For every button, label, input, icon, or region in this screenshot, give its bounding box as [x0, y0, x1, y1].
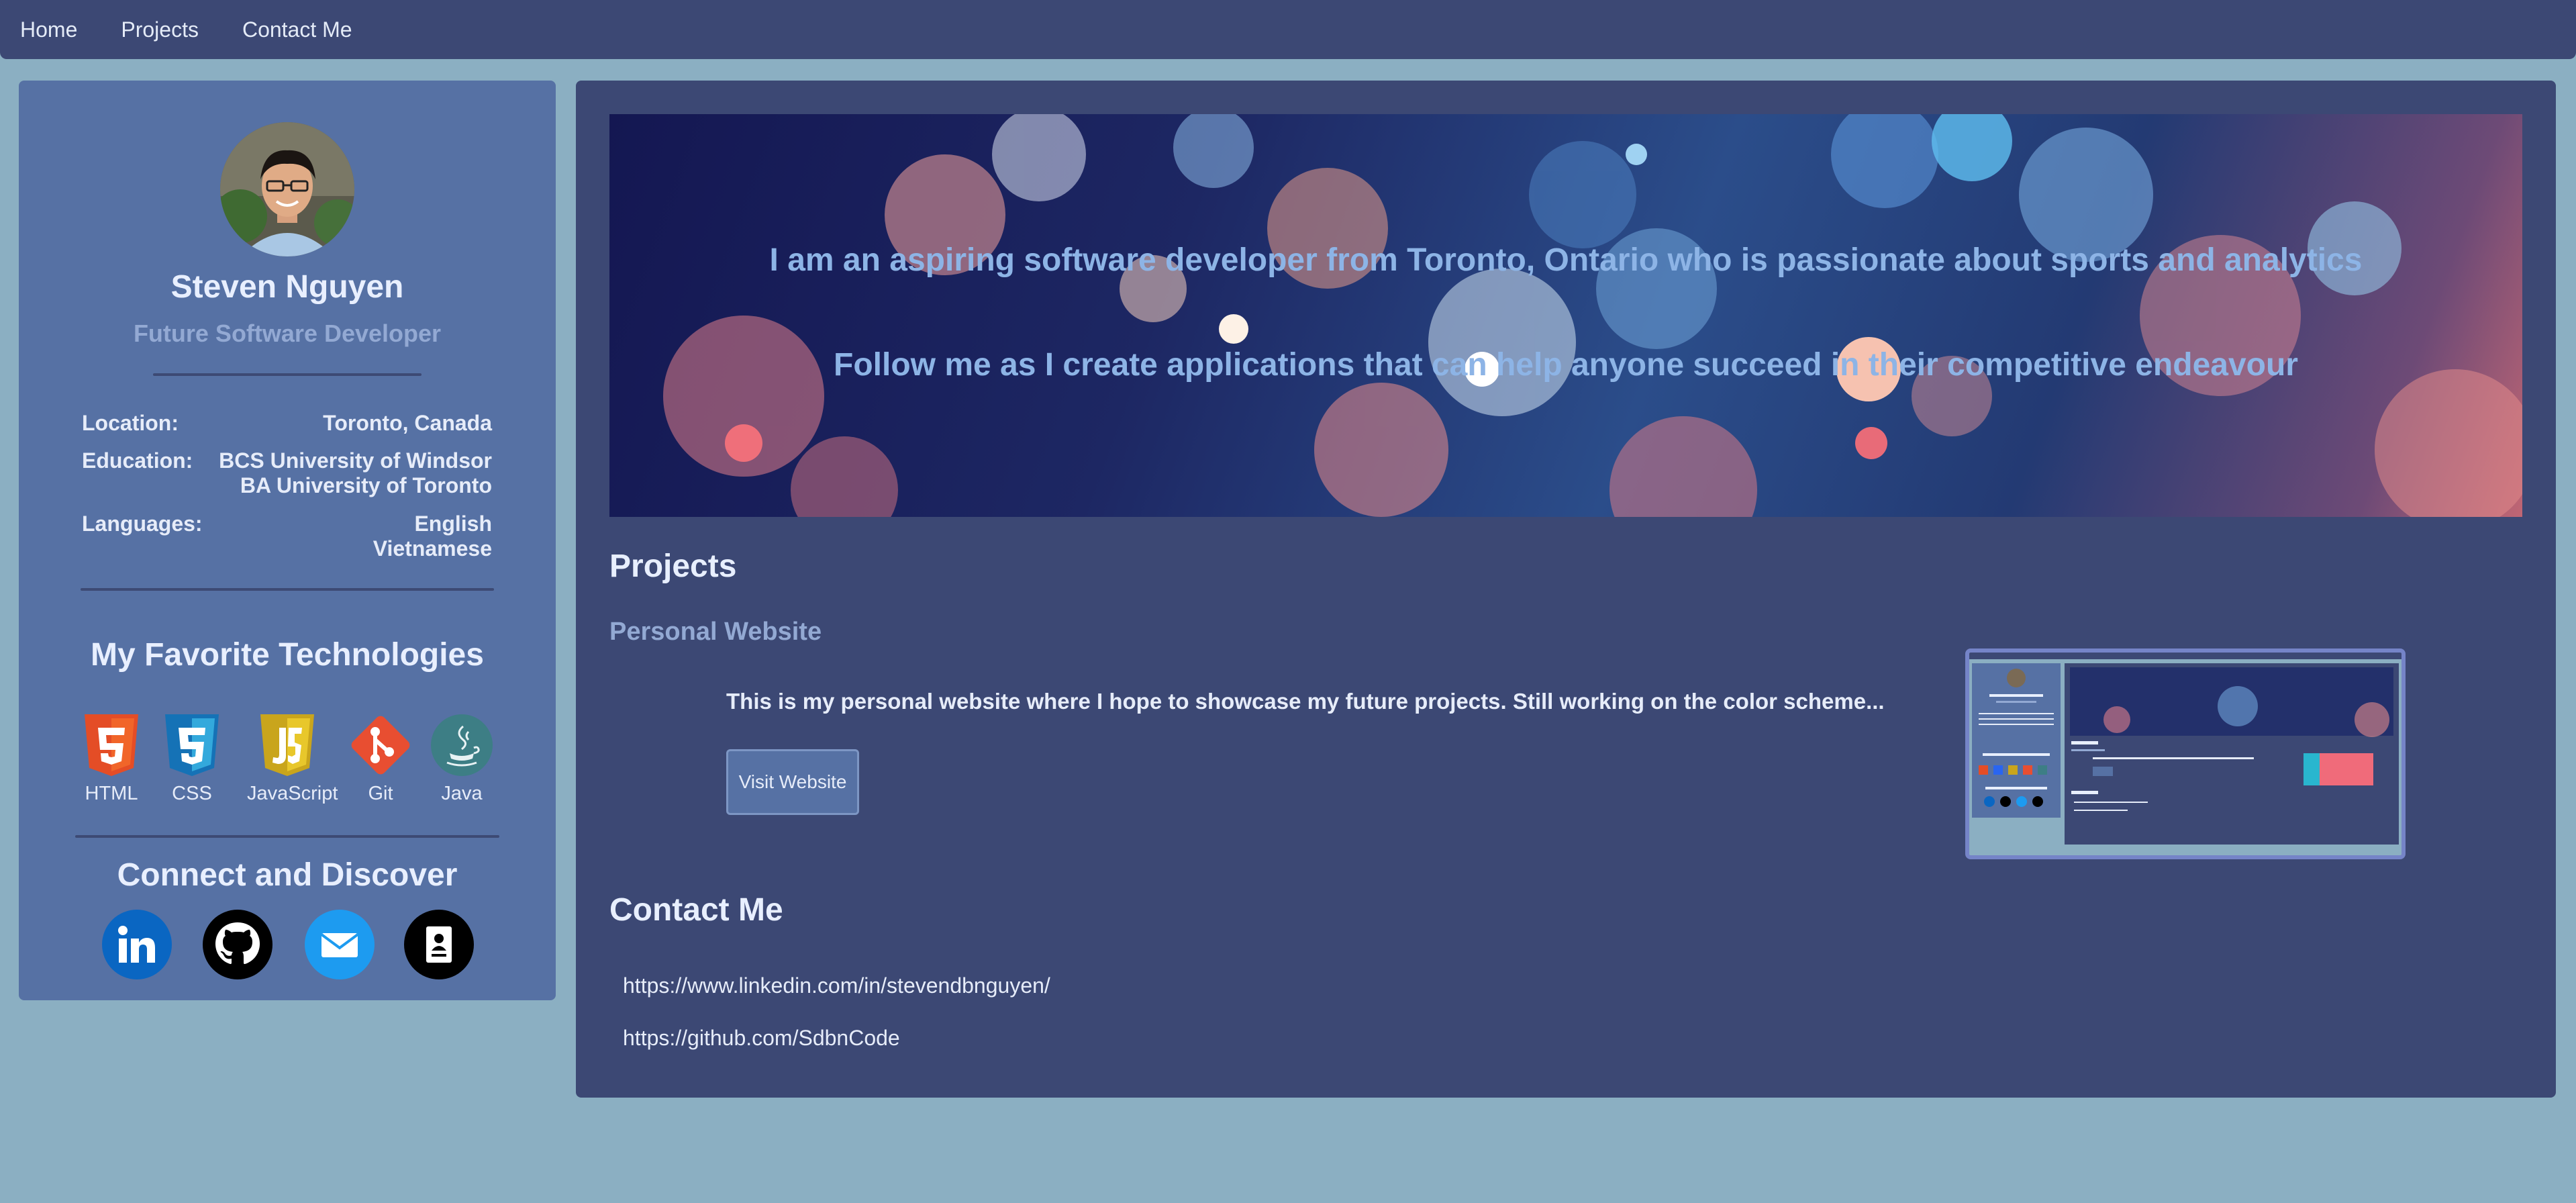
contact-heading: Contact Me [609, 892, 783, 928]
project-thumbnail[interactable] [1965, 648, 2406, 859]
hero-banner: I am an aspiring software developer from… [609, 114, 2522, 517]
tech-label: CSS [172, 783, 212, 804]
education-value-1: BCS University of Windsor [219, 448, 492, 473]
website-preview-icon [1969, 653, 2401, 845]
languages-label: Languages: [82, 512, 203, 536]
bokeh-background [663, 114, 2522, 517]
tech-label: Git [368, 783, 393, 804]
linkedin-icon [118, 926, 155, 963]
language-1: English [414, 512, 492, 536]
git-icon [351, 716, 410, 775]
visit-website-button[interactable]: Visit Website [726, 749, 859, 815]
language-2: Vietnamese [373, 536, 492, 561]
divider [81, 588, 494, 591]
profile-role: Future Software Developer [133, 320, 442, 347]
education-value-2: BA University of Toronto [240, 473, 492, 497]
tech-css: CSS [152, 712, 232, 805]
project-description: This is my personal website where I hope… [726, 689, 1885, 714]
javascript-icon [260, 714, 314, 776]
main-content: I am an aspiring software developer from… [576, 81, 2556, 1098]
project-title: Personal Website [609, 618, 822, 646]
email-icon [320, 933, 359, 957]
contact-link-linkedin[interactable]: https://www.linkedin.com/in/stevendbnguy… [623, 973, 1050, 998]
resume-link[interactable] [404, 910, 474, 979]
location-value: Toronto, Canada [323, 411, 492, 435]
profile-sidebar: Steven Nguyen Future Software Developer … [19, 81, 556, 1000]
nav-contact[interactable]: Contact Me [242, 0, 352, 59]
tech-label: JavaScript [247, 783, 338, 804]
hero-line-2: Follow me as I create applications that … [834, 347, 2298, 383]
tech-java: Java [422, 712, 502, 805]
github-link[interactable] [203, 910, 273, 979]
html5-icon [85, 714, 138, 776]
tech-label: Java [441, 783, 483, 804]
divider [153, 373, 422, 376]
tech-html: HTML [71, 712, 152, 805]
technologies-heading: My Favorite Technologies [91, 637, 484, 673]
languages-value: English Vietnamese [373, 512, 492, 561]
avatar [220, 122, 354, 256]
profile-name: Steven Nguyen [170, 269, 404, 305]
divider [75, 835, 499, 838]
github-icon [215, 922, 260, 964]
nav-home[interactable]: Home [20, 0, 77, 59]
location-label: Location: [82, 411, 179, 435]
tech-git: Git [340, 712, 421, 805]
education-label: Education: [82, 448, 193, 473]
nav-projects[interactable]: Projects [121, 0, 199, 59]
tech-label: HTML [85, 783, 138, 804]
java-icon [431, 714, 493, 776]
top-nav: Home Projects Contact Me [0, 0, 2576, 59]
tech-javascript: JavaScript [247, 712, 338, 805]
avatar-photo-icon [220, 122, 354, 256]
linkedin-link[interactable] [102, 910, 172, 979]
contact-link-github[interactable]: https://github.com/SdbnCode [623, 1026, 900, 1051]
education-value: BCS University of Windsor BA University … [219, 448, 492, 498]
connect-heading: Connect and Discover [117, 857, 458, 893]
projects-heading: Projects [609, 548, 737, 584]
email-link[interactable] [305, 910, 375, 979]
resume-icon [426, 926, 452, 963]
css3-icon [165, 714, 219, 776]
hero-line-1: I am an aspiring software developer from… [769, 242, 2363, 278]
